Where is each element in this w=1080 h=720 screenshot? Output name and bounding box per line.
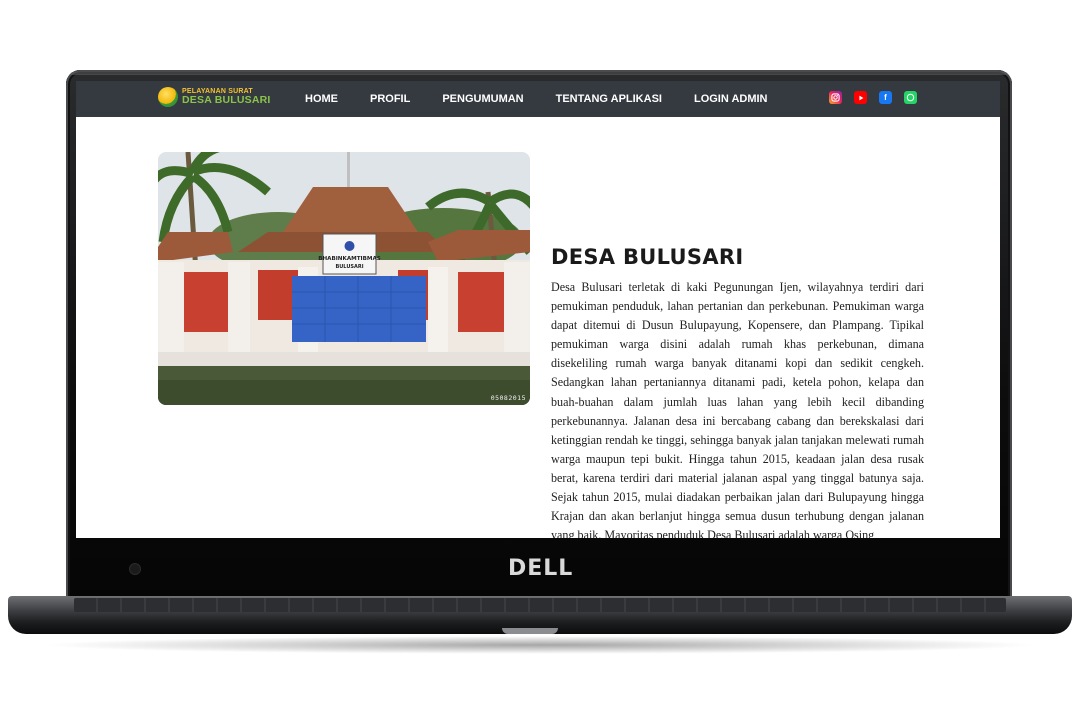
article-title: DESA BULUSARI <box>551 245 744 269</box>
village-logo-icon <box>158 87 178 107</box>
laptop-bezel-bottom: DELL <box>76 538 1000 598</box>
nav-profil[interactable]: PROFIL <box>370 93 410 105</box>
article-body: Desa Bulusari terletak di kaki Pegununga… <box>551 280 924 538</box>
youtube-icon[interactable] <box>854 91 867 104</box>
social-links: f <box>829 91 929 104</box>
village-office-photo: BHABINKAMTIBMAS BULUSARI 05082015 <box>158 152 530 405</box>
laptop-screen: PELAYANAN SURAT DESA BULUSARI HOME PROFI… <box>76 81 1000 538</box>
instagram-icon[interactable] <box>829 91 842 104</box>
laptop-lid-edge <box>70 72 1008 75</box>
site-logo-line2: DESA BULUSARI <box>182 94 271 107</box>
nav-home[interactable]: HOME <box>305 93 338 105</box>
nav-menu: HOME PROFIL PENGUMUMAN TENTANG APLIKASI … <box>305 81 800 117</box>
site-logo-text: PELAYANAN SURAT DESA BULUSARI <box>182 88 271 106</box>
sign-board-line1: BHABINKAMTIBMAS <box>318 256 381 262</box>
whatsapp-icon[interactable] <box>904 91 917 104</box>
nav-pengumuman[interactable]: PENGUMUMAN <box>442 93 523 105</box>
facebook-icon[interactable]: f <box>879 91 892 104</box>
laptop-shadow <box>40 636 1040 654</box>
nav-tentang-aplikasi[interactable]: TENTANG APLIKASI <box>556 93 662 105</box>
site-logo[interactable]: PELAYANAN SURAT DESA BULUSARI <box>158 87 271 107</box>
nav-login-admin[interactable]: LOGIN ADMIN <box>694 93 768 105</box>
webcam-icon <box>130 564 140 574</box>
site-navbar: PELAYANAN SURAT DESA BULUSARI HOME PROFI… <box>76 81 1000 117</box>
laptop-notch <box>502 628 558 634</box>
photo-date-stamp: 05082015 <box>490 394 526 402</box>
laptop-brand-logo: DELL <box>508 556 574 581</box>
sign-board-line2: BULUSARI <box>335 264 363 270</box>
laptop-keyboard <box>74 598 1006 612</box>
